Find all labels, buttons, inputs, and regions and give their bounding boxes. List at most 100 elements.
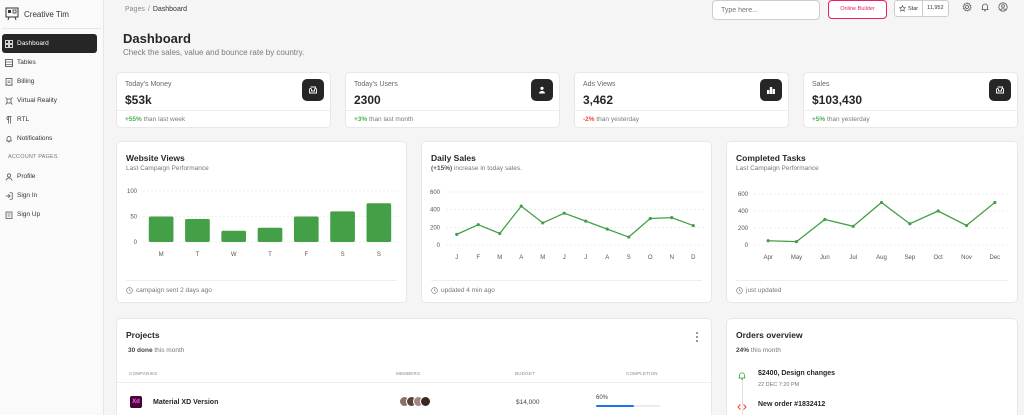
sidebar-item-label: Sign Up [17,211,41,218]
avatar[interactable] [420,396,431,407]
member-avatars [399,396,431,407]
sidebar: Creative Tim Dashboard Tables Billing Vi… [0,0,104,415]
stat-change: +55% [125,116,142,123]
bar [185,219,210,242]
x-tick-label: S [377,252,381,258]
y-tick-label: 0 [134,240,138,246]
person-icon [539,86,545,94]
data-point [455,232,459,236]
person-icon [5,173,13,181]
chart-subtitle: Last Campaign Performance [736,165,819,172]
stat-badge [531,79,553,101]
sidebar-nav: Dashboard Tables Billing Virtual Reality… [0,34,103,224]
code-icon [737,404,747,410]
column-header-completion[interactable]: COMPLETION [626,371,658,376]
sidebar-item-rtl[interactable]: RTL [2,110,97,129]
stat-value: $53k [125,93,152,107]
sidebar-item-tables[interactable]: Tables [2,53,97,72]
stat-footer: +55% than last week [125,116,185,123]
sidebar-item-notifications[interactable]: Notifications [2,129,97,148]
sidebar-divider [2,28,101,29]
data-point [936,209,940,213]
star-count[interactable]: 11,952 [923,1,947,16]
sidebar-item-label: Notifications [17,135,53,142]
bell-icon [6,135,12,142]
account-circle-icon[interactable] [998,2,1008,12]
x-tick-label: Oct [933,255,943,261]
order-item-title[interactable]: New order #1832412 [758,401,825,408]
x-tick-label: May [791,255,802,261]
chart-subtitle: (+15%) increase in today sales. [431,165,522,172]
stat-change-text: than last month [369,116,414,123]
chart-card-website-views: Website Views Last Campaign Performance … [116,141,407,303]
sidebar-item-label: Sign In [17,192,38,199]
breadcrumb-current: Dashboard [152,6,188,13]
data-point [519,204,523,208]
sidebar-item-label: Profile [17,173,36,180]
stat-change: +3% [354,116,368,123]
data-point [605,227,609,231]
settings-gear-icon[interactable] [962,2,972,12]
table-header-divider [117,382,711,383]
sidebar-item-billing[interactable]: Billing [2,72,97,91]
data-point [562,211,566,215]
orders-subtitle: 24% this month [736,347,781,354]
sidebar-item-label: Virtual Reality [17,97,57,104]
chart-card-completed-tasks: Completed Tasks Last Campaign Performanc… [726,141,1018,303]
x-tick-label: Jul [849,255,857,261]
column-header-companies[interactable]: COMPANIES [129,371,157,376]
notifications-bell-icon[interactable] [980,2,990,12]
budget-value: $14,000 [516,399,540,406]
bar [330,211,355,242]
more-vert-icon[interactable] [695,331,699,343]
sidebar-item-profile[interactable]: Profile [2,167,97,186]
order-item-title[interactable]: $2400, Design changes [758,370,835,377]
x-tick-label: A [519,255,523,261]
data-point [476,223,480,227]
bar [221,230,247,242]
data-point [627,235,631,239]
x-tick-label: Nov [961,255,972,261]
data-point [541,221,545,225]
data-point [691,223,695,228]
chart-subtitle-highlight: (+15%) [431,165,453,172]
chart-footer: just updated [736,287,781,294]
x-tick-label: Jun [820,255,830,261]
stat-change-text: than last week [143,116,186,123]
stat-badge [989,79,1011,101]
stat-title: Today's Money [125,81,172,88]
sidebar-item-dashboard[interactable]: Dashboard [2,34,97,53]
chart-divider [736,280,1008,281]
stat-footer: +3% than last month [354,116,413,123]
y-tick-label: 600 [430,190,441,196]
stat-card-money: Today's Money $53k +55% than last week [116,72,331,128]
data-point [766,239,770,243]
column-header-members[interactable]: MEMBERS [396,371,420,376]
chart-footer: campaign sent 2 days ago [126,287,212,294]
sidebar-item-sign-up[interactable]: Sign Up [2,205,97,224]
star-button[interactable]: Star [895,1,924,16]
projects-title: Projects [126,330,160,340]
stat-divider [117,110,330,111]
column-header-budget[interactable]: BUDGET [515,371,535,376]
table-icon [5,58,13,67]
stat-title: Ads Views [583,81,616,88]
sidebar-item-sign-in[interactable]: Sign In [2,186,97,205]
y-tick-label: 50 [130,215,137,221]
data-point [851,224,855,228]
x-tick-label: J [563,255,566,261]
sidebar-item-label: Dashboard [17,40,49,47]
breadcrumb-root[interactable]: Pages [125,6,145,13]
stat-change: +5% [812,116,826,123]
search-input[interactable] [712,0,820,20]
chart-divider [431,280,702,281]
page-subtitle: Check the sales, value and bounce rate b… [123,48,305,57]
brand[interactable]: Creative Tim [0,0,103,28]
sidebar-item-virtual-reality[interactable]: Virtual Reality [2,91,97,110]
chart-subtitle: Last Campaign Performance [126,165,209,172]
assignment-icon [5,211,13,219]
data-point [993,200,997,205]
series-line [456,205,694,238]
online-builder-button[interactable]: Online Builder [828,0,887,19]
dashboard-icon [5,39,13,48]
